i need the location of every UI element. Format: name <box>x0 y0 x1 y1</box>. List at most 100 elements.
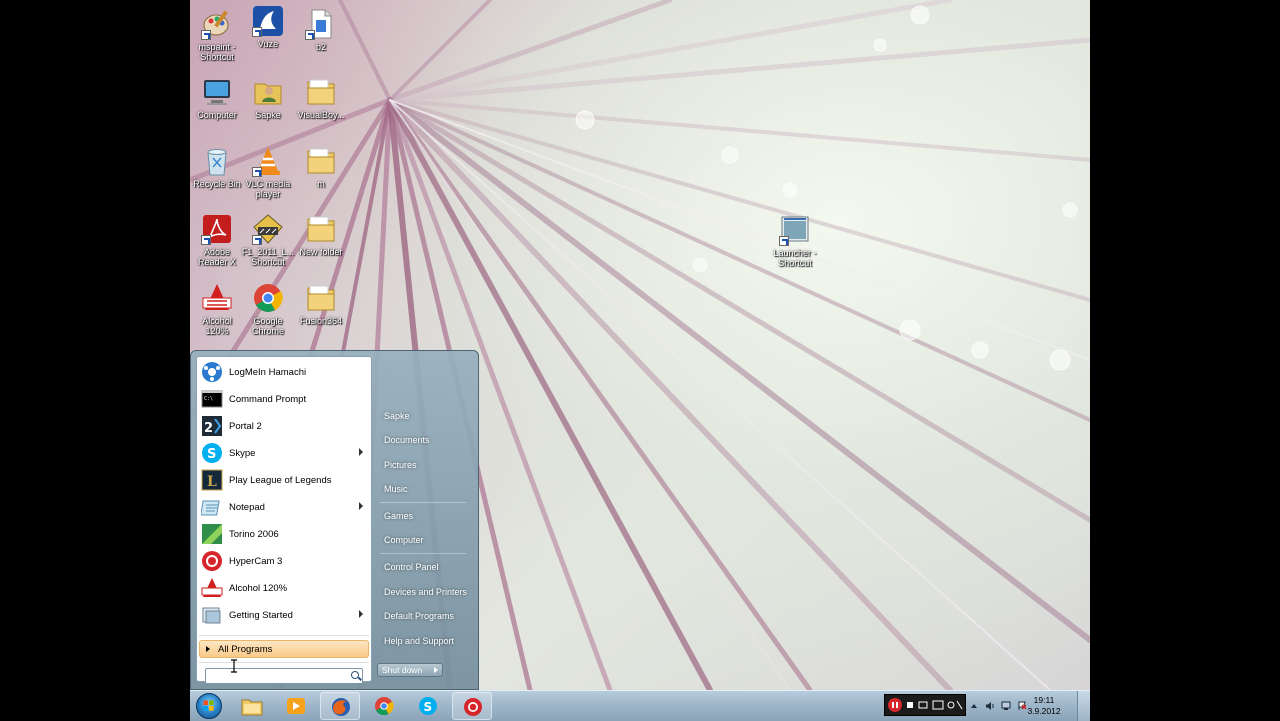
submenu-arrow-icon <box>359 502 363 510</box>
desktop-icon-computer[interactable]: Computer <box>190 76 244 120</box>
desktop-icon-label: VisualBoy... <box>297 110 345 120</box>
taskbar-skype[interactable]: S <box>408 692 448 720</box>
getting-started-icon <box>202 607 221 624</box>
desktop-icon-sapke[interactable]: Sapke <box>241 76 295 120</box>
start-right-label: Games <box>384 511 414 521</box>
desktop-icon-label: Computer <box>197 110 237 120</box>
start-item-hypercam[interactable]: HyperCam 3 <box>199 548 369 574</box>
svg-text:S: S <box>424 700 433 714</box>
desktop-icon-vuze[interactable]: Vuze <box>241 5 295 49</box>
start-item-torino-2006[interactable]: Torino 2006 <box>199 521 369 547</box>
triangle-right-icon <box>206 646 210 652</box>
torino-icon <box>202 524 222 544</box>
shortcut-arrow-icon <box>252 27 262 37</box>
shortcut-arrow-icon <box>305 30 315 40</box>
start-item-label: Skype <box>229 447 256 459</box>
svg-text:C:\: C:\ <box>204 396 213 402</box>
alcohol-icon <box>202 284 232 310</box>
desktop-icon-label: VLC media player <box>245 179 291 199</box>
svg-text:2: 2 <box>204 421 213 436</box>
desktop-icon-label: F1_2011_L... Shortcut <box>241 247 295 267</box>
shutdown-button[interactable]: Shut down <box>377 663 443 677</box>
start-right-sapke[interactable]: Sapke <box>376 406 471 426</box>
start-item-command-prompt[interactable]: C:\ Command Prompt <box>199 386 369 412</box>
start-search-input[interactable] <box>209 670 339 682</box>
taskbar-explorer[interactable] <box>232 692 272 720</box>
start-right-documents[interactable]: Documents <box>376 430 471 450</box>
start-right-label: Control Panel <box>384 562 439 572</box>
desktop-icon-label: New folder <box>299 247 343 257</box>
start-search-box[interactable] <box>205 668 363 684</box>
desktop-icon-label: Adobe Reader X <box>197 247 237 267</box>
windows-logo-icon <box>203 700 214 711</box>
alcohol-icon <box>201 578 223 597</box>
divider <box>380 502 466 503</box>
start-item-notepad[interactable]: Notepad <box>199 494 369 520</box>
shutdown-options-arrow-icon[interactable] <box>434 667 438 673</box>
media-player-icon <box>287 698 305 714</box>
start-right-label: Pictures <box>384 460 417 470</box>
clock-date: 3.9.2012 <box>1027 706 1061 716</box>
start-item-getting-started[interactable]: Getting Started <box>199 602 369 628</box>
desktop-icon-label: m <box>317 179 325 189</box>
start-item-label: Torino 2006 <box>229 528 279 540</box>
search-icon[interactable] <box>351 671 359 679</box>
league-icon: L <box>201 469 223 491</box>
hypercam-icon <box>202 551 222 571</box>
portal-icon: 2 <box>202 416 222 436</box>
start-menu: LogMeIn Hamachi C:\ Command Prompt 2 Por… <box>190 350 479 690</box>
taskbar-hypercam[interactable] <box>452 692 492 720</box>
folder-icon <box>307 285 335 311</box>
desktop-icon-adobe-reader[interactable]: Adobe Reader X <box>190 213 244 267</box>
start-item-label: Command Prompt <box>229 393 307 405</box>
start-right-music[interactable]: Music <box>376 479 471 499</box>
desktop-icon-visualboy[interactable]: VisualBoy... <box>294 76 348 120</box>
start-right-control-panel[interactable]: Control Panel <box>376 557 471 577</box>
folder-icon <box>307 148 335 174</box>
recording-controls-icon <box>888 698 963 712</box>
submenu-arrow-icon <box>359 448 363 456</box>
desktop-icon-mspaint[interactable]: mspaint - Shortcut <box>190 8 244 62</box>
desktop-icon-chrome[interactable]: Google Chrome <box>241 282 295 336</box>
desktop-icon-label: Vuze <box>257 39 279 49</box>
desktop-icon-b2[interactable]: b2 <box>294 8 348 52</box>
desktop-icon-m[interactable]: m <box>294 145 348 189</box>
desktop-icon-vlc[interactable]: VLC media player <box>241 145 295 199</box>
start-button[interactable] <box>196 693 222 719</box>
start-item-label: Getting Started <box>229 609 293 621</box>
network-icon[interactable] <box>1001 701 1011 711</box>
start-item-league-of-legends[interactable]: L Play League of Legends <box>199 467 369 493</box>
start-right-default-programs[interactable]: Default Programs <box>376 606 471 626</box>
recording-toolbar[interactable] <box>884 694 966 716</box>
tray-show-hidden-icon[interactable] <box>969 701 979 711</box>
start-item-portal-2[interactable]: 2 Portal 2 <box>199 413 369 439</box>
skype-icon: S <box>202 443 222 463</box>
desktop-icon-launcher[interactable]: Launcher - Shortcut <box>768 214 822 268</box>
start-right-devices-printers[interactable]: Devices and Printers <box>376 582 471 602</box>
show-desktop-button[interactable] <box>1077 691 1090 721</box>
start-right-help-support[interactable]: Help and Support <box>376 631 471 651</box>
desktop-icon-f1-2011[interactable]: F1_2011_L... Shortcut <box>241 213 295 267</box>
volume-icon[interactable] <box>985 701 995 711</box>
start-right-computer[interactable]: Computer <box>376 530 471 550</box>
taskbar-media-player[interactable] <box>276 692 316 720</box>
divider <box>199 635 369 636</box>
all-programs-button[interactable]: All Programs <box>199 640 369 658</box>
desktop-icon-new-folder[interactable]: New folder <box>294 213 348 257</box>
desktop-icon-recycle-bin[interactable]: Recycle Bin <box>190 145 244 189</box>
start-item-alcohol[interactable]: Alcohol 120% <box>199 575 369 601</box>
start-item-hamachi[interactable]: LogMeIn Hamachi <box>199 359 369 385</box>
recycle-bin-icon <box>207 149 227 176</box>
desktop-icon-fusion364[interactable]: Fusion364 <box>294 282 348 326</box>
taskbar-chrome[interactable] <box>364 692 404 720</box>
shutdown-label: Shut down <box>382 665 423 675</box>
start-right-pictures[interactable]: Pictures <box>376 455 471 475</box>
start-menu-programs-pane: LogMeIn Hamachi C:\ Command Prompt 2 Por… <box>196 356 372 684</box>
system-clock[interactable]: 19:11 3.9.2012 <box>1024 695 1064 717</box>
explorer-icon <box>241 699 263 716</box>
desktop-icon-alcohol[interactable]: Alcohol 120% <box>190 282 244 336</box>
taskbar-firefox[interactable] <box>320 692 360 720</box>
start-right-games[interactable]: Games <box>376 506 471 526</box>
desktop-icon-label: Recycle Bin <box>193 179 241 189</box>
start-item-skype[interactable]: S Skype <box>199 440 369 466</box>
